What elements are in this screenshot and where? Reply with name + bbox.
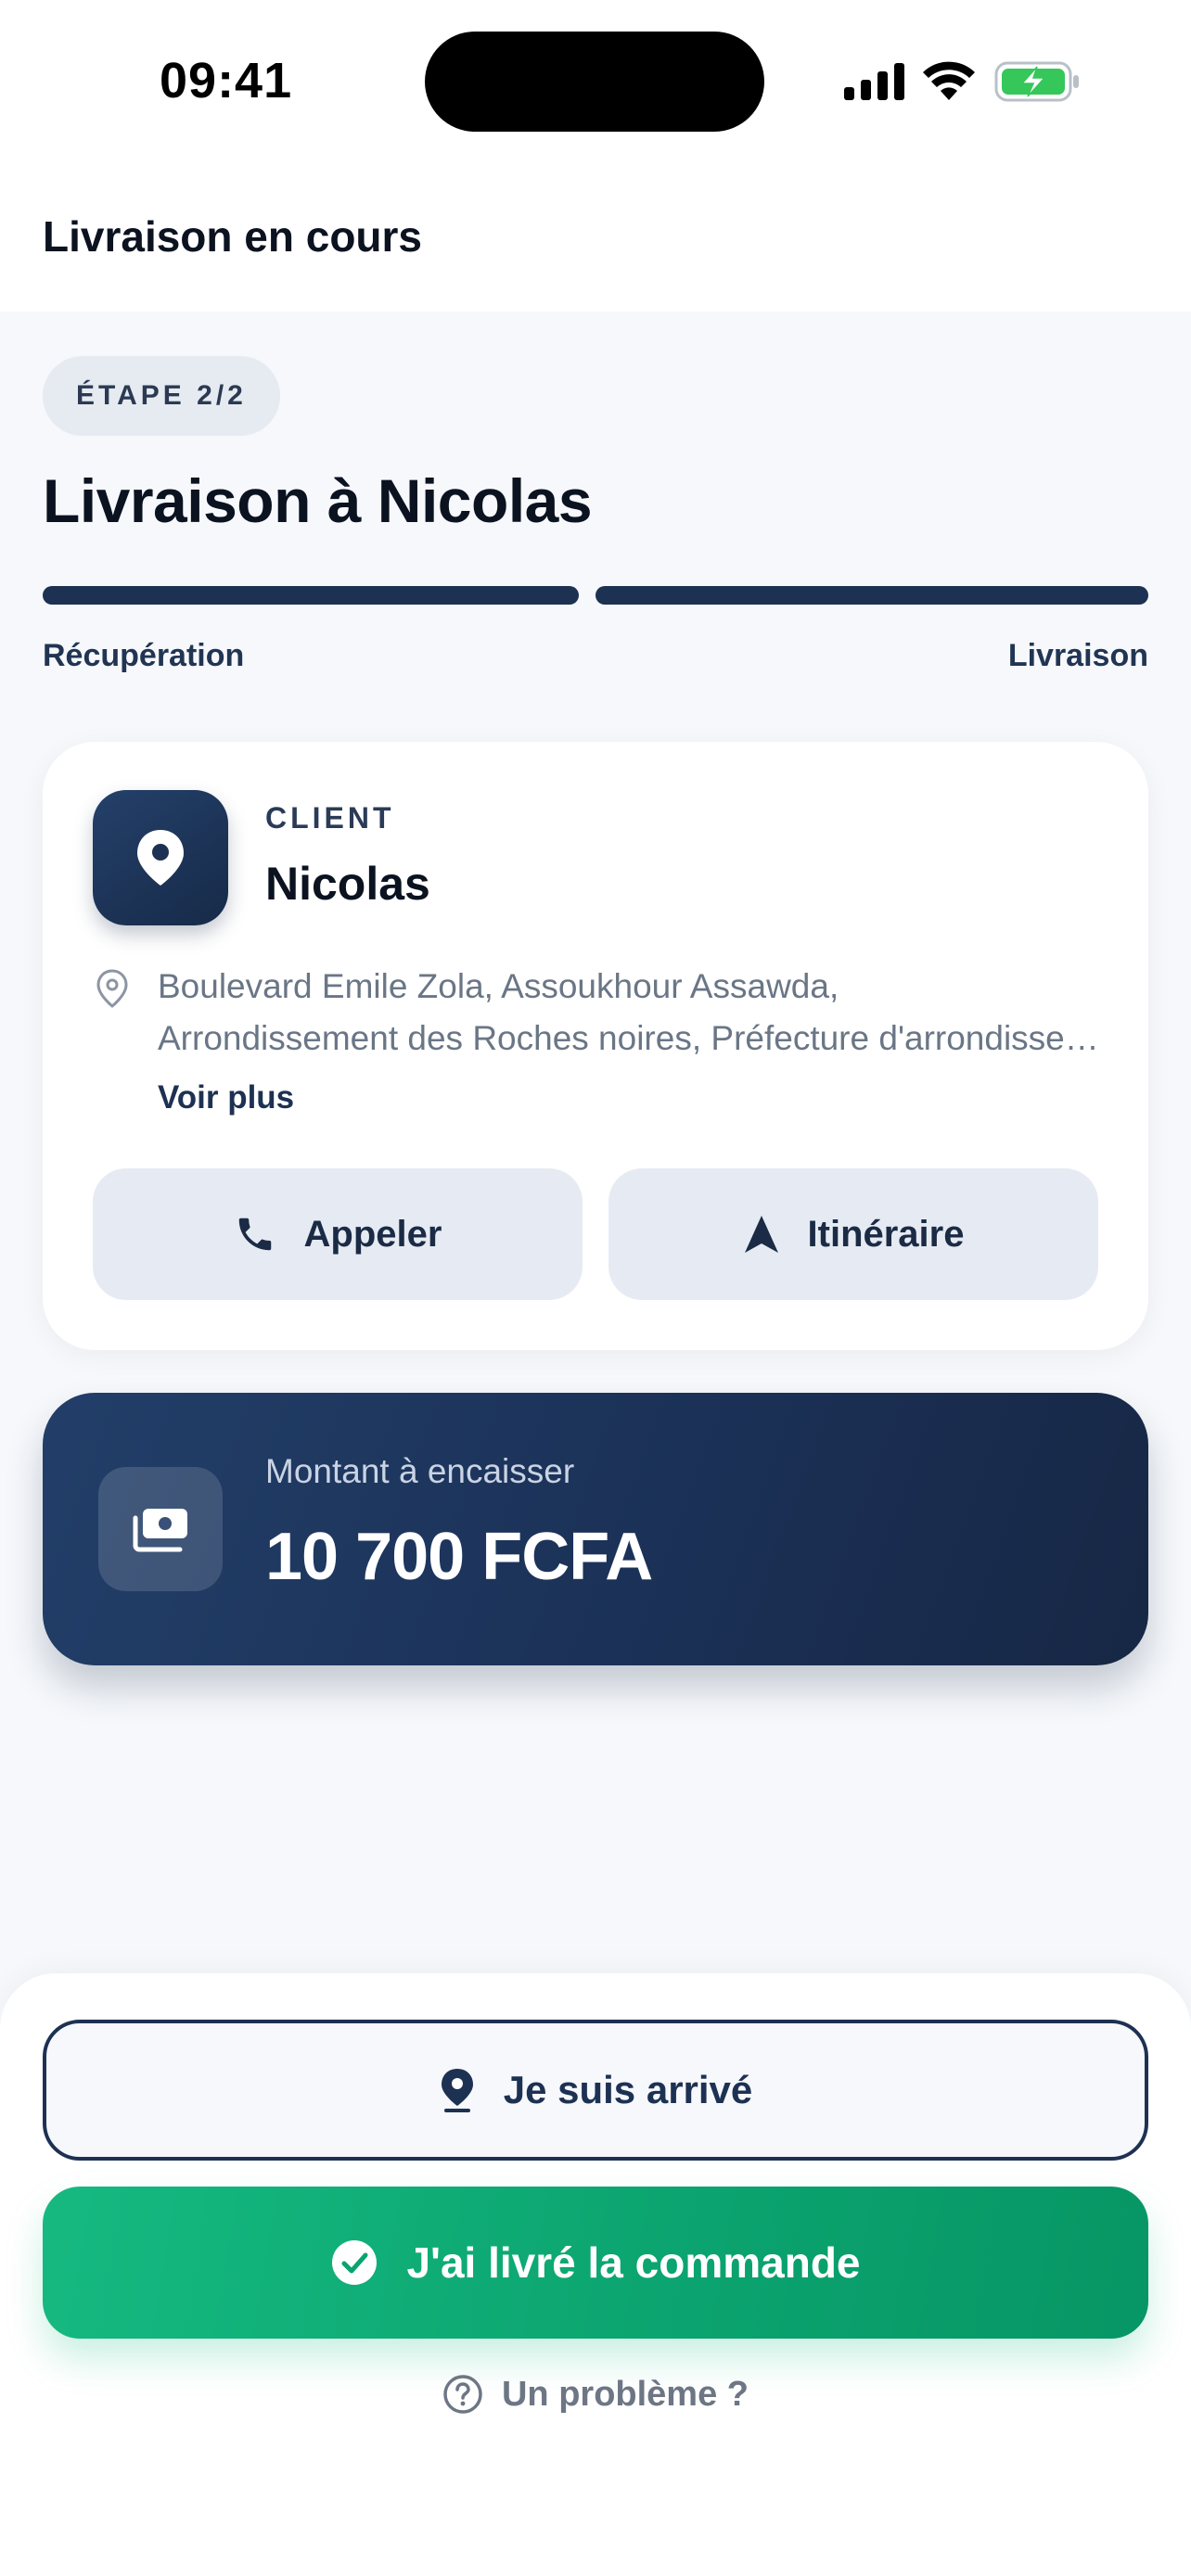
arrival-pin-icon bbox=[441, 2069, 473, 2112]
call-button[interactable]: Appeler bbox=[93, 1168, 583, 1300]
call-button-label: Appeler bbox=[303, 1213, 442, 1255]
amount-label: Montant à encaisser bbox=[265, 1452, 575, 1490]
help-circle-icon bbox=[443, 2375, 482, 2414]
progress-segment-pickup bbox=[43, 586, 579, 605]
problem-link-label: Un problème ? bbox=[501, 2374, 749, 2414]
arrived-button[interactable]: Je suis arrivé bbox=[43, 2020, 1148, 2161]
delivered-button-label: J'ai livré la commande bbox=[406, 2238, 861, 2287]
page-title: Livraison en cours bbox=[43, 212, 423, 261]
route-button-label: Itinéraire bbox=[807, 1213, 965, 1255]
map-pin-icon bbox=[93, 790, 228, 925]
delivery-title: Livraison à Nicolas bbox=[43, 466, 593, 535]
signal-icon bbox=[844, 63, 904, 100]
screen: 09:41 Livraison en cours ÉTAPE 2/2 Livra… bbox=[0, 0, 1191, 2576]
progress-segment-delivery bbox=[596, 586, 1148, 605]
bottom-action-sheet: Je suis arrivé J'ai livré la commande Un… bbox=[0, 1973, 1191, 2576]
address-line-1: Boulevard Emile Zola, Assoukhour Assawda… bbox=[158, 967, 839, 1005]
navigation-arrow-icon bbox=[744, 1216, 778, 1253]
client-name: Nicolas bbox=[265, 858, 430, 910]
arrived-button-label: Je suis arrivé bbox=[503, 2068, 753, 2111]
check-circle-icon bbox=[332, 2240, 378, 2285]
route-button[interactable]: Itinéraire bbox=[608, 1168, 1098, 1300]
progress-label-pickup: Récupération bbox=[43, 638, 245, 673]
location-outline-icon bbox=[96, 969, 128, 1008]
step-badge: ÉTAPE 2/2 bbox=[43, 356, 280, 436]
problem-link[interactable]: Un problème ? bbox=[0, 2374, 1191, 2415]
status-bar: 09:41 bbox=[0, 0, 1191, 158]
wifi-icon bbox=[923, 61, 975, 100]
app-header: Livraison en cours bbox=[0, 158, 1191, 312]
battery-charging-icon bbox=[994, 61, 1079, 102]
phone-icon bbox=[238, 1218, 271, 1251]
amount-value: 10 700 FCFA bbox=[265, 1520, 653, 1594]
cash-icon bbox=[98, 1467, 223, 1591]
progress-label-delivery: Livraison bbox=[1007, 638, 1148, 673]
see-more-link[interactable]: Voir plus bbox=[158, 1079, 294, 1116]
amount-card: Montant à encaisser 10 700 FCFA bbox=[43, 1393, 1148, 1665]
address-line-2: Arrondissement des Roches noires, Préfec… bbox=[158, 1019, 1104, 1057]
client-card: CLIENT Nicolas Boulevard Emile Zola, Ass… bbox=[43, 742, 1148, 1350]
client-address: Boulevard Emile Zola, Assoukhour Assawda… bbox=[158, 961, 1104, 1065]
delivered-button[interactable]: J'ai livré la commande bbox=[43, 2187, 1148, 2339]
client-label: CLIENT bbox=[265, 801, 395, 835]
status-time: 09:41 bbox=[160, 53, 293, 108]
dynamic-island bbox=[425, 32, 764, 132]
